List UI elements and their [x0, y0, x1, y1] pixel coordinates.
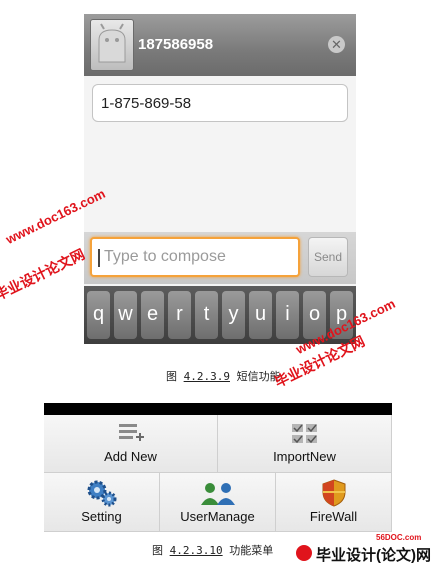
close-icon[interactable]: ✕: [328, 36, 345, 53]
key-q[interactable]: q: [87, 291, 110, 339]
users-icon: [200, 483, 235, 505]
menu-item-firewall[interactable]: FireWall: [276, 473, 392, 532]
compose-bar: Type to compose Send: [84, 232, 356, 284]
menu-item-import-new[interactable]: ImportNew: [218, 415, 392, 473]
key-t[interactable]: t: [195, 291, 218, 339]
compose-placeholder: Type to compose: [104, 248, 226, 265]
figure-caption-sms: 图 4.2.3.9 短信功能: [166, 368, 281, 384]
shield-icon: [322, 479, 345, 507]
menu-label: Setting: [81, 509, 122, 524]
caption-prefix: 图: [166, 370, 184, 383]
menu-item-user-manage[interactable]: UserManage: [160, 473, 276, 532]
menu-label: UserManage: [180, 509, 255, 524]
function-menu-screen: Add New ImportNew Setting UserManage Fir…: [44, 403, 392, 532]
add-list-icon: [118, 424, 144, 441]
key-r[interactable]: r: [168, 291, 191, 339]
caption-title: 功能菜单: [222, 544, 274, 557]
menu-label: Add New: [104, 449, 157, 464]
message-bubble: 1-875-869-58: [92, 84, 348, 122]
menu-item-setting[interactable]: Setting: [44, 473, 160, 532]
watermark-brand: 毕业设计论文网: [0, 245, 88, 304]
logo-site: 56DOC.com: [376, 533, 422, 542]
key-y[interactable]: y: [222, 291, 245, 339]
logo-brand: 毕业设计(论文)网: [316, 547, 431, 564]
checklist-icon: [291, 424, 317, 444]
figure-number: 4.2.3.9: [183, 370, 230, 383]
menu-item-add-new[interactable]: Add New: [44, 415, 218, 473]
android-avatar-icon: [98, 23, 126, 63]
figure-number: 4.2.3.10: [169, 544, 223, 557]
contact-avatar[interactable]: [90, 19, 134, 71]
send-button[interactable]: Send: [308, 237, 348, 277]
site-logo: 56DOC.com 毕业设计(论文)网: [296, 533, 446, 565]
contact-number: 187586958: [138, 36, 214, 53]
key-e[interactable]: e: [141, 291, 164, 339]
caption-prefix: 图: [152, 544, 170, 557]
figure-caption-menu: 图 4.2.3.10 功能菜单: [152, 542, 273, 558]
options-menu: Add New ImportNew Setting UserManage Fir…: [44, 415, 392, 532]
gears-icon: [87, 480, 116, 507]
compose-input[interactable]: Type to compose: [90, 237, 300, 277]
key-u[interactable]: u: [249, 291, 272, 339]
conversation-header: 187586958 ✕: [84, 14, 356, 76]
sms-screen: 187586958 ✕ 1-875-869-58 Type to compose…: [84, 14, 356, 344]
logo-mark-icon: [296, 545, 312, 561]
key-i[interactable]: i: [276, 291, 299, 339]
message-text: 1-875-869-58: [101, 95, 192, 112]
menu-label: FireWall: [309, 509, 358, 524]
text-caret: [98, 249, 100, 267]
menu-label: ImportNew: [273, 449, 336, 464]
key-w[interactable]: w: [114, 291, 137, 339]
